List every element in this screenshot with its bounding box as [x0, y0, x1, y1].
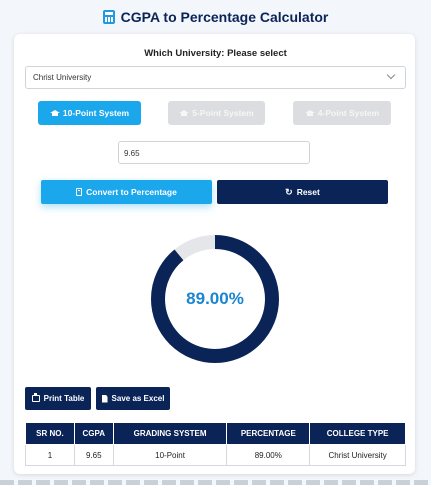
- redo-icon: ↻: [285, 186, 293, 197]
- table-cell: 10-Point: [112, 444, 228, 466]
- university-label: Which University: Please select: [144, 48, 287, 59]
- four-point-system-label: 4-Point System: [317, 108, 380, 118]
- cut-off-footer-text: [0, 480, 431, 485]
- cgpa-input-value: 9.65: [124, 149, 140, 158]
- save-excel-button[interactable]: Save as Excel: [96, 387, 170, 410]
- column-header: GRADING SYSTEM: [112, 422, 228, 445]
- table-cell: 1: [25, 444, 75, 466]
- graduation-cap-icon: [304, 110, 315, 116]
- chevron-down-icon: [386, 70, 396, 80]
- convert-button[interactable]: Convert to Percentage: [41, 180, 212, 204]
- print-table-button[interactable]: Print Table: [25, 387, 91, 410]
- table-cell: 9.65: [73, 444, 114, 466]
- table-header-row: SR NO. CGPA GRADING SYSTEM PERCENTAGE CO…: [25, 422, 406, 445]
- column-header: COLLEGE TYPE: [309, 422, 406, 445]
- university-selected-value: Christ University: [33, 73, 92, 82]
- column-header: CGPA: [73, 422, 114, 445]
- five-point-system-button[interactable]: 5-Point System: [168, 101, 265, 125]
- table-row: 1 9.65 10-Point 89.00% Christ University: [25, 444, 406, 466]
- page-title: CGPA to Percentage Calculator: [0, 9, 431, 25]
- graduation-cap-icon: [179, 110, 190, 116]
- calculator-icon: [76, 188, 83, 196]
- reset-button[interactable]: ↻ Reset: [217, 180, 388, 204]
- page-title-text: CGPA to Percentage Calculator: [120, 9, 329, 25]
- graduation-cap-icon: [49, 110, 60, 116]
- calculator-icon: [102, 10, 115, 24]
- reset-button-label: Reset: [296, 187, 320, 197]
- ten-point-system-label: 10-Point System: [62, 108, 130, 118]
- save-excel-label: Save as Excel: [111, 394, 165, 403]
- column-header: PERCENTAGE: [226, 422, 311, 445]
- table-cell: Christ University: [309, 444, 406, 466]
- printer-icon: [31, 393, 40, 402]
- ten-point-system-button[interactable]: 10-Point System: [38, 101, 141, 125]
- results-table: SR NO. CGPA GRADING SYSTEM PERCENTAGE CO…: [25, 422, 406, 466]
- university-select[interactable]: Christ University: [25, 66, 406, 89]
- column-header: SR NO.: [25, 422, 75, 445]
- five-point-system-label: 5-Point System: [192, 108, 254, 118]
- four-point-system-button[interactable]: 4-Point System: [293, 101, 391, 125]
- print-table-label: Print Table: [43, 394, 85, 403]
- convert-button-label: Convert to Percentage: [86, 187, 177, 197]
- cgpa-input[interactable]: 9.65: [118, 141, 310, 164]
- table-cell: 89.00%: [226, 444, 311, 466]
- percentage-result: 89.00%: [186, 289, 244, 308]
- file-icon: [101, 394, 108, 403]
